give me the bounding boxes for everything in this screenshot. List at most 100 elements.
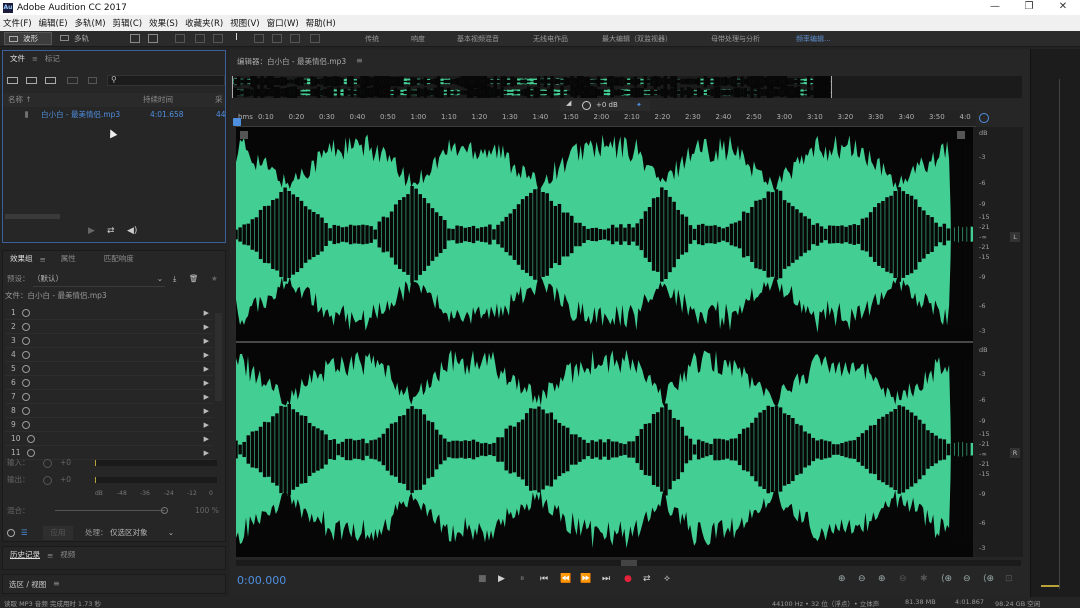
panel-menu-icon[interactable]: ≡ [53,579,60,588]
fade-out-handle[interactable] [957,131,965,139]
workspace-classic[interactable]: 传统 [365,33,379,45]
workspace-video-mix[interactable]: 基本视频混音 [457,33,499,45]
column-sample-rate[interactable]: 采 [215,93,223,107]
zoom-out-full-icon[interactable]: ✱ [920,574,928,584]
effect-slot[interactable]: 7 ▶ [5,390,213,404]
menu-view[interactable]: 视图(V) [230,17,259,29]
play-icon[interactable]: ▶ [498,574,505,584]
effect-slot[interactable]: 6 ▶ [5,376,213,390]
delete-preset-icon[interactable]: 🗑 [189,272,199,286]
mix-slider-handle[interactable] [161,507,168,514]
slot-power-icon[interactable] [21,393,30,401]
zoom-in-time-icon[interactable]: ⊕ [878,574,886,584]
menu-window[interactable]: 窗口(W) [267,17,299,29]
slot-arrow-icon[interactable]: ▶ [204,334,209,348]
effect-slot[interactable]: 2 ▶ [5,320,213,334]
tab-video[interactable]: 视频 [53,547,82,563]
mix-slider[interactable] [55,510,165,511]
column-name[interactable]: 名称 ↑ [8,93,32,107]
effect-slot[interactable]: 4 ▶ [5,348,213,362]
workspace-loudness[interactable]: 响度 [411,33,425,45]
slot-power-icon[interactable] [26,435,35,443]
time-selection-tool-icon[interactable]: I [235,32,238,43]
slot-power-icon[interactable] [21,351,30,359]
slip-tool-icon[interactable] [213,34,223,43]
effect-slot[interactable]: 3 ▶ [5,334,213,348]
effect-slot[interactable]: 1 ▶ [5,306,213,320]
channel-right-button[interactable]: R [1010,448,1020,458]
effect-slot[interactable]: 8 ▶ [5,404,213,418]
tab-properties[interactable]: 属性 [54,251,83,267]
workspace-mastering[interactable]: 母带处理与分析 [711,33,760,45]
pin-icon[interactable]: ✦ [636,101,642,109]
selection-view-tab[interactable]: 选区 / 视图 [9,579,46,590]
channel-left-button[interactable]: L [1010,232,1020,242]
menu-edit[interactable]: 编辑(E) [39,17,68,29]
import-file-icon[interactable] [26,77,37,84]
effect-slot[interactable]: 9 ▶ [5,418,213,432]
healing-tool-icon[interactable] [310,34,320,43]
zoom-out-amplitude-icon[interactable]: ⊖ [858,574,866,584]
zoom-selection-icon[interactable]: ⟨⊕ [983,574,994,584]
menu-multitrack[interactable]: 多轨(M) [75,17,106,29]
tab-markers[interactable]: 标记 [38,51,67,67]
slot-power-icon[interactable] [21,365,30,373]
apply-button[interactable]: 应用 [43,526,73,540]
rack-power-icon[interactable] [7,529,15,537]
slot-power-icon[interactable] [21,337,30,345]
pause-icon[interactable]: ⏸ [520,574,525,584]
slot-arrow-icon[interactable]: ▶ [204,418,209,432]
rack-list-icon[interactable]: ☰ [21,526,28,540]
play-preview-icon[interactable]: ▶ [88,226,95,236]
workspace-frequency[interactable]: 频率编辑... [796,33,831,45]
menu-favorites[interactable]: 收藏夹(R) [185,17,223,29]
menu-effects[interactable]: 效果(S) [149,17,178,29]
slot-arrow-icon[interactable]: ▶ [204,320,209,334]
file-list-item[interactable]: ⫼ 白小白 - 最美情侣.mp3 4:01.658 44 [3,108,226,122]
zoom-out-point-icon[interactable]: ⊖ [963,574,971,584]
minimize-button[interactable]: — [978,0,1012,15]
output-gain-knob[interactable] [43,476,52,485]
column-duration[interactable]: 持续时间 [143,93,173,107]
slot-power-icon[interactable] [21,379,30,387]
slot-arrow-icon[interactable]: ▶ [204,376,209,390]
autoplay-icon[interactable]: ◀) [127,226,137,236]
process-select[interactable]: 仅选区对象 ⌄ [110,526,174,540]
tab-effects-rack[interactable]: 效果组 [3,251,40,267]
preset-select[interactable]: （默认） ⌄ [33,272,165,287]
input-gain-knob[interactable] [43,459,52,468]
time-display[interactable]: 0:00.000 [237,574,286,587]
scroll-handle[interactable] [621,560,637,566]
slot-power-icon[interactable] [21,309,30,317]
slots-scrollbar[interactable] [215,313,222,401]
playhead-marker[interactable] [233,118,241,126]
menu-file[interactable]: 文件(F) [3,17,32,29]
restore-button[interactable]: ❐ [1012,0,1046,15]
tab-files[interactable]: 文件 [3,51,32,67]
record-icon[interactable]: ● [624,574,632,584]
tab-history[interactable]: 历史记录 [3,547,47,563]
overview-view-range[interactable] [232,76,832,98]
brush-tool-icon[interactable] [290,34,300,43]
fade-in-handle[interactable] [240,131,248,139]
zoom-in-amplitude-icon[interactable]: ⊕ [838,574,846,584]
delete-file-icon[interactable] [88,77,97,84]
stop-icon[interactable]: ■ [478,574,487,584]
time-ruler[interactable]: hms 0:10 0:20 0:30 0:40 0:50 1:00 1:10 1:20 1:30 1… [236,111,976,127]
close-button[interactable]: ✕ [1046,0,1080,15]
go-to-end-icon[interactable]: ⏭ [602,574,610,584]
insert-into-multitrack-icon[interactable] [67,77,78,84]
go-to-start-icon[interactable]: ⏮ [540,574,548,584]
gain-knob[interactable] [582,101,591,110]
open-file-icon[interactable] [7,77,18,84]
fast-forward-icon[interactable]: ⏩ [580,574,591,584]
marquee-tool-icon[interactable] [254,34,264,43]
slot-arrow-icon[interactable]: ▶ [204,362,209,376]
slot-arrow-icon[interactable]: ▶ [204,390,209,404]
waveform-display[interactable] [236,127,973,557]
workspace-max-edit[interactable]: 最大编辑（双监视器） [602,33,672,45]
zoom-reset-icon[interactable]: ⊡ [1005,574,1013,584]
horizontal-zoom-scrollbar[interactable] [236,560,1021,566]
slot-arrow-icon[interactable]: ▶ [204,404,209,418]
slot-arrow-icon[interactable]: ▶ [204,348,209,362]
